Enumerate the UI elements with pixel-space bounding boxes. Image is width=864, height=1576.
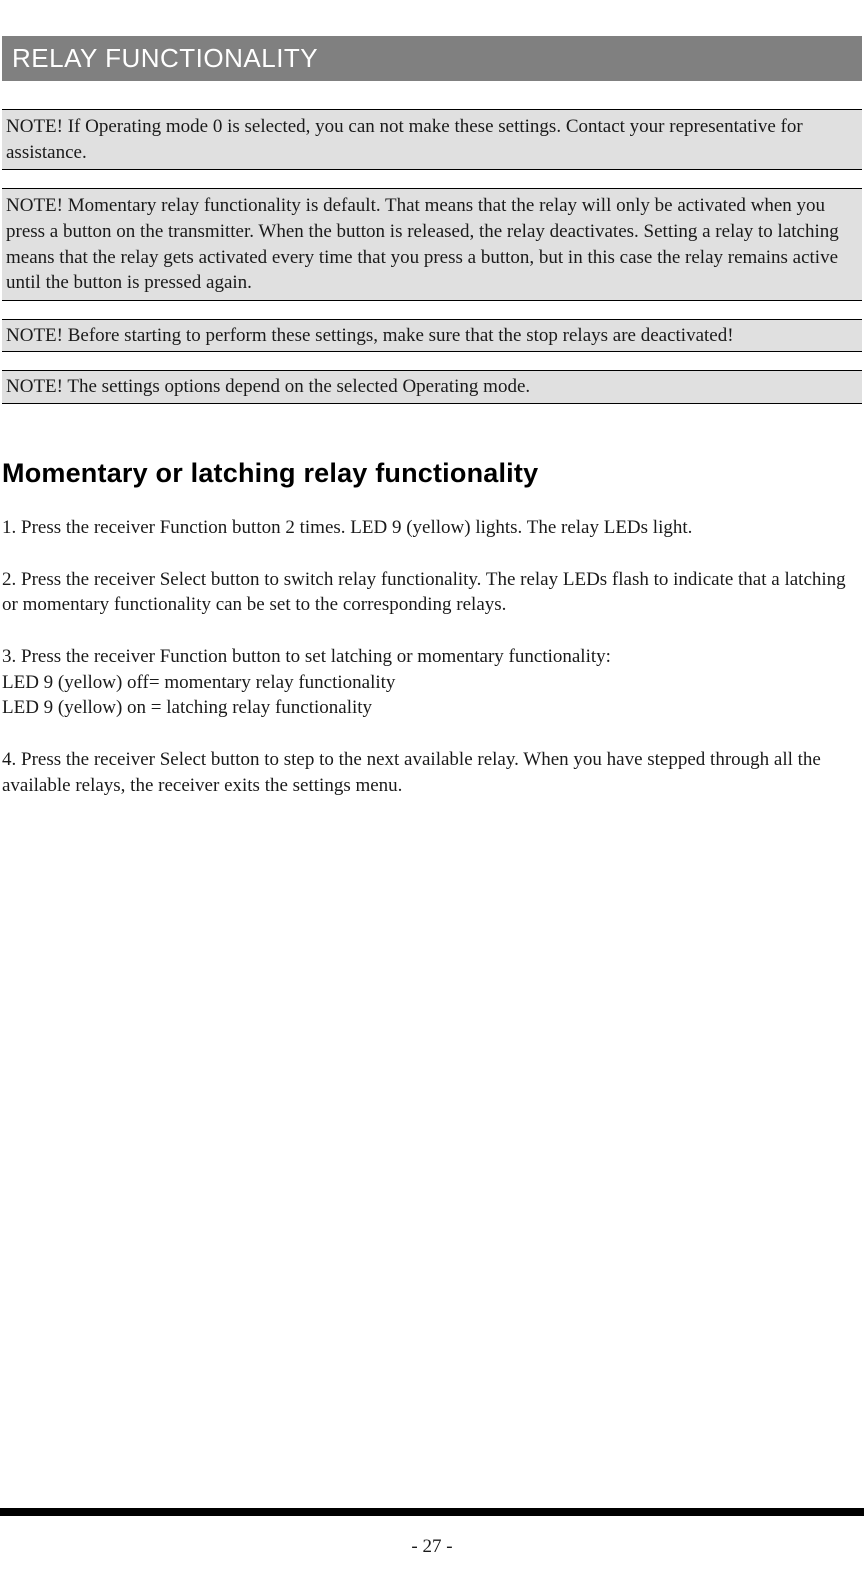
footer-divider [0,1508,864,1516]
note-box-3: NOTE! Before starting to perform these s… [2,319,862,353]
step-3-line-1: 3. Press the receiver Function button to… [2,646,611,667]
step-3-line-3: LED 9 (yellow) on = latching relay funct… [2,697,372,718]
page-number: - 27 - [0,1536,864,1558]
step-3-line-2: LED 9 (yellow) off= momentary relay func… [2,672,395,693]
step-2: 2. Press the receiver Select button to s… [2,567,862,618]
note-box-4: NOTE! The settings options depend on the… [2,370,862,404]
step-4: 4. Press the receiver Select button to s… [2,747,862,798]
step-1: 1. Press the receiver Function button 2 … [2,515,862,541]
note-box-2: NOTE! Momentary relay functionality is d… [2,188,862,301]
step-3: 3. Press the receiver Function button to… [2,644,862,721]
section-header: RELAY FUNCTIONALITY [2,36,862,81]
note-box-1: NOTE! If Operating mode 0 is selected, y… [2,109,862,170]
subheading: Momentary or latching relay functionalit… [2,458,862,489]
